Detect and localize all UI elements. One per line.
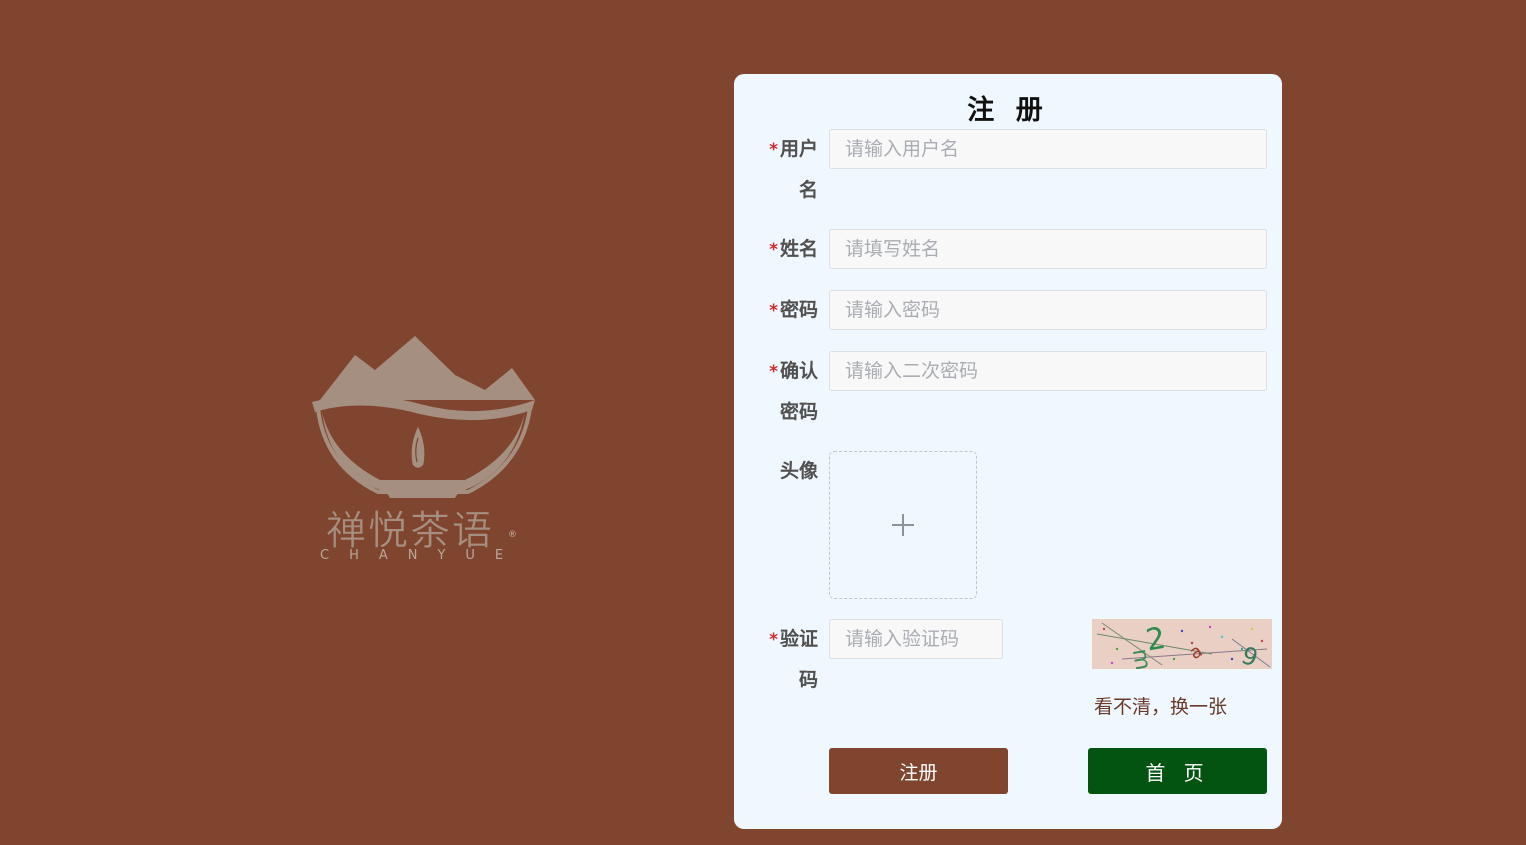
username-label-line2: 名: [798, 179, 818, 201]
name-label-text: 姓名: [779, 238, 818, 260]
register-button[interactable]: 注册: [829, 748, 1008, 794]
name-label: * 姓名: [758, 229, 818, 270]
home-button[interactable]: 首 页: [1088, 748, 1267, 794]
confirm-password-label: * 确认 密码: [758, 351, 818, 432]
captcha-label: * 验证 码: [758, 619, 818, 700]
avatar-label: 头像: [779, 460, 818, 482]
name-input[interactable]: [829, 229, 1267, 269]
username-label: * 用户 名: [758, 129, 818, 210]
required-mark: *: [769, 630, 778, 650]
captcha-label-line1: 验证: [779, 628, 818, 650]
register-panel: 注 册 *用户 名 *姓名 *密码 *确认 密码 头像 *验证 码: [734, 74, 1282, 829]
confirm-password-input[interactable]: [829, 351, 1267, 391]
password-input[interactable]: [829, 290, 1267, 330]
username-input[interactable]: [829, 129, 1267, 169]
password-label: * 密码: [758, 290, 818, 331]
captcha-label-line2: 码: [798, 669, 818, 691]
captcha-input[interactable]: [829, 619, 1003, 659]
required-mark: *: [769, 301, 778, 321]
required-mark: *: [769, 240, 778, 260]
password-label-text: 密码: [779, 299, 818, 321]
plus-icon: [892, 514, 914, 536]
confirm-label-line2: 密码: [779, 401, 818, 423]
logo-english-text: CHANYUE: [320, 548, 524, 563]
form-title: 注 册: [967, 95, 1049, 126]
required-mark: *: [769, 362, 778, 382]
captcha-refresh-link[interactable]: 看不清，换一张: [1094, 692, 1227, 719]
username-label-line1: 用户: [779, 138, 818, 160]
confirm-label-line1: 确认: [779, 360, 818, 382]
avatar-upload[interactable]: [829, 451, 977, 599]
required-mark: *: [769, 140, 778, 160]
brand-logo: 禅悦茶语 ® CHANYUE: [300, 330, 545, 570]
registered-mark: ®: [508, 530, 517, 540]
captcha-noise-image: m 2 a 9: [1096, 621, 1271, 673]
tea-bowl-mountain-icon: [312, 336, 535, 498]
captcha-image[interactable]: m 2 a 9: [1092, 619, 1272, 673]
